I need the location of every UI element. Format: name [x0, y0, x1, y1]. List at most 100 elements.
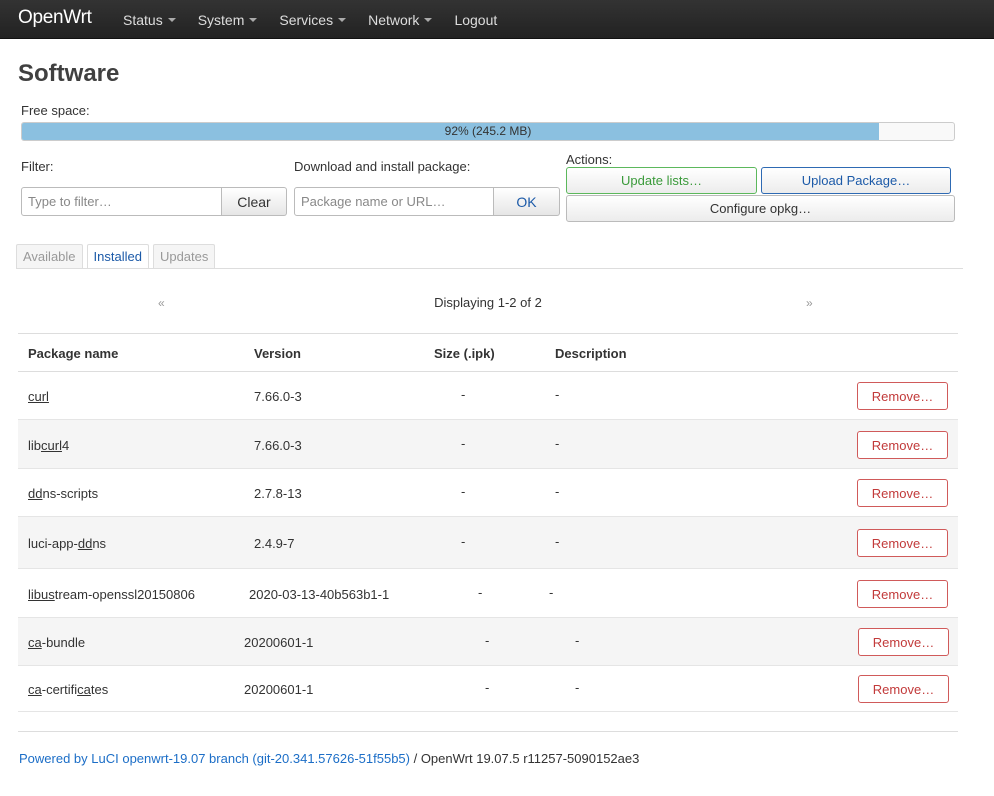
remove-package-button[interactable]: Remove… [858, 675, 949, 703]
menu-status[interactable]: Status [112, 0, 187, 39]
package-version: 2020-03-13-40b563b1-1 [249, 587, 390, 602]
name-segment: luci-app- [28, 536, 78, 551]
free-space-label: Free space: [21, 103, 90, 118]
package-url-input[interactable] [294, 187, 494, 216]
remove-package-button[interactable]: Remove… [857, 382, 948, 410]
name-segment: -certifi [41, 682, 78, 697]
name-segment: tes [90, 682, 109, 697]
header-package-name: Package name [28, 346, 119, 361]
menu-logout[interactable]: Logout [443, 0, 508, 39]
remove-package-button[interactable]: Remove… [857, 479, 948, 507]
caret-down-icon [167, 17, 176, 22]
caret-down-icon [338, 17, 347, 22]
header-size: Size (.ipk) [434, 346, 495, 361]
tab-updates[interactable]: Updates [152, 244, 216, 268]
footer-divider [18, 731, 958, 732]
package-size: - [461, 484, 466, 499]
pager: « Displaying 1-2 of 2 » [18, 284, 958, 334]
pager-next-button[interactable]: » [806, 296, 813, 310]
table-row: libustream-openssl20150806 2020-03-13-40b… [18, 569, 958, 618]
header-version: Version [254, 346, 301, 361]
caret-down-icon [424, 17, 433, 22]
clear-filter-button[interactable]: Clear [222, 187, 287, 216]
package-size: - [485, 680, 490, 695]
package-description: - [555, 387, 560, 402]
package-version: 7.66.0-3 [254, 389, 302, 404]
remove-package-button[interactable]: Remove… [857, 529, 948, 557]
name-segment: ns-scripts [42, 486, 99, 501]
package-name: luci-app-ddns [28, 536, 106, 551]
package-name: libustream-openssl20150806 [28, 587, 195, 602]
brand-logo[interactable]: OpenWrt [18, 7, 92, 29]
package-description: - [575, 680, 580, 695]
package-size: - [461, 436, 466, 451]
package-name: ca-bundle [28, 635, 85, 650]
table-row: luci-app-ddns 2.4.9-7 - - Remove… [18, 517, 958, 569]
free-space-progress-bar: 92% (245.2 MB) [21, 122, 955, 141]
top-navbar: OpenWrt Status System Services Network Logou… [0, 0, 994, 39]
upload-package-button[interactable]: Upload Package… [761, 167, 951, 194]
menu-label: Status [123, 11, 163, 28]
name-segment: -bundle [41, 635, 86, 650]
download-label: Download and install package: [294, 159, 471, 174]
menu-label: Services [279, 11, 334, 28]
pager-status: Displaying 1-2 of 2 [434, 295, 542, 310]
install-ok-button[interactable]: OK [494, 187, 560, 216]
package-size: - [461, 387, 466, 402]
package-name: curl [28, 389, 49, 404]
table-row: ddns-scripts 2.7.8-13 - - Remove… [18, 469, 958, 517]
update-lists-button[interactable]: Update lists… [566, 167, 757, 194]
name-abbr-segment: libus [28, 587, 55, 602]
menu-system[interactable]: System [187, 0, 269, 39]
tab-available[interactable]: Available [16, 244, 83, 268]
page-title: Software [18, 60, 120, 87]
tab-installed[interactable]: Installed [86, 244, 149, 268]
package-description: - [549, 585, 554, 600]
openwrt-version-text: / OpenWrt 19.07.5 r11257-5090152ae3 [409, 751, 640, 766]
main-menu: Status System Services Network Logout [112, 0, 508, 39]
package-version: 2.7.8-13 [254, 486, 302, 501]
menu-label: Network [368, 11, 420, 28]
package-description: - [575, 633, 580, 648]
package-name: ca-certificates [28, 682, 108, 697]
package-description: - [555, 534, 560, 549]
filter-label: Filter: [21, 159, 54, 174]
package-size: - [461, 534, 466, 549]
luci-version-link[interactable]: Powered by LuCI openwrt-19.07 branch (gi… [19, 751, 410, 766]
tabs-divider [16, 268, 963, 269]
package-version: 2.4.9-7 [254, 536, 295, 551]
remove-package-button[interactable]: Remove… [857, 580, 948, 608]
remove-package-button[interactable]: Remove… [857, 431, 948, 459]
caret-down-icon [249, 17, 258, 22]
package-name: libcurl4 [28, 438, 69, 453]
free-space-progress-text: 92% (245.2 MB) [444, 124, 532, 138]
menu-services[interactable]: Services [268, 0, 357, 39]
menu-label: System [197, 11, 245, 28]
menu-network[interactable]: Network [357, 0, 443, 39]
name-abbr-segment: ca [28, 682, 42, 697]
name-abbr-segment: dd [77, 536, 93, 551]
filter-input[interactable] [21, 187, 222, 216]
remove-package-button[interactable]: Remove… [858, 628, 949, 656]
package-description: - [555, 436, 560, 451]
name-abbr-segment: ca [77, 682, 91, 697]
name-segment: ns [92, 536, 107, 551]
table-header: Package name Version Size (.ipk) Descrip… [18, 334, 958, 372]
menu-label: Logout [454, 11, 498, 28]
package-tabs: Available Installed Updates [16, 244, 219, 268]
package-version: 20200601-1 [244, 682, 314, 697]
table-row: curl 7.66.0-3 - - Remove… [18, 372, 958, 420]
name-segment: 4 [61, 438, 70, 453]
header-description: Description [555, 346, 627, 361]
package-version: 7.66.0-3 [254, 438, 302, 453]
filter-group: Clear [21, 187, 287, 216]
package-size: - [485, 633, 490, 648]
package-size: - [478, 585, 483, 600]
footer: Powered by LuCI openwrt-19.07 branch (gi… [19, 751, 639, 766]
package-version: 20200601-1 [244, 635, 314, 650]
name-abbr-segment: curl [28, 389, 49, 404]
configure-opkg-button[interactable]: Configure opkg… [566, 195, 955, 222]
name-abbr-segment: ca [28, 635, 42, 650]
table-body: curl 7.66.0-3 - - Remove… libcurl4 7.66.0-3 - - R… [18, 372, 958, 712]
table-row: ca-certificates 20200601-1- - Remove… [18, 666, 958, 712]
